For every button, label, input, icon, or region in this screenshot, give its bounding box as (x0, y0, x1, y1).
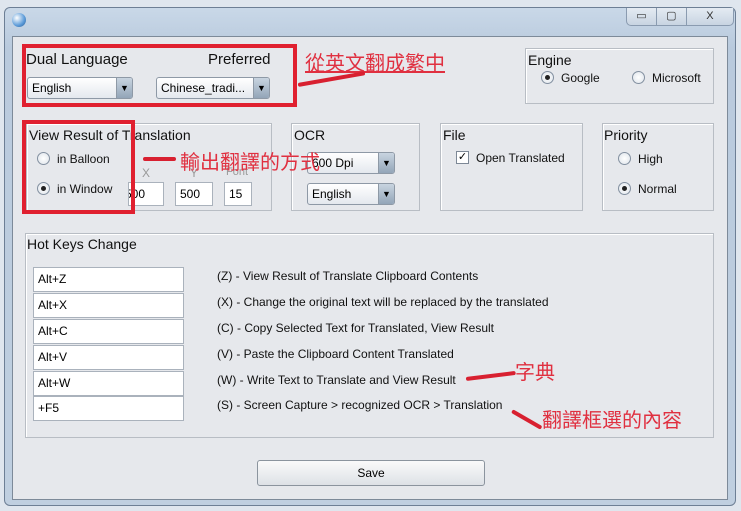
maximize-button[interactable]: ▢ (657, 8, 687, 25)
annotation-output: 輸出翻譯的方式 (180, 152, 320, 174)
y-input[interactable]: 500 (175, 182, 213, 206)
ocr-language-select[interactable]: English ▼ (307, 183, 395, 205)
hotkey-input[interactable]: Alt+Z (33, 267, 184, 292)
chevron-down-icon: ▼ (378, 153, 394, 173)
annotation-box-language (22, 44, 297, 107)
annotation-arrow (143, 157, 176, 161)
app-icon (12, 13, 26, 27)
hotkey-description: (X) - Change the original text will be r… (217, 295, 549, 309)
font-input[interactable]: 15 (224, 182, 252, 206)
hotkey-description: (V) - Paste the Clipboard Content Transl… (217, 347, 454, 361)
engine-microsoft-label: Microsoft (652, 71, 701, 85)
hotkey-description: (C) - Copy Selected Text for Translated,… (217, 321, 495, 335)
engine-google-label: Google (561, 71, 600, 85)
hotkey-description: (S) - Screen Capture > recognized OCR > … (217, 398, 503, 412)
x-label: X (142, 166, 151, 180)
hotkey-input[interactable]: Alt+W (33, 371, 184, 396)
priority-high-label: High (638, 152, 663, 166)
hotkey-input[interactable]: Alt+C (33, 319, 184, 344)
priority-high-radio[interactable] (618, 152, 631, 165)
priority-label: Priority (604, 127, 648, 143)
close-button[interactable]: X (687, 8, 733, 25)
file-label: File (443, 127, 466, 143)
priority-normal-label: Normal (638, 182, 677, 196)
annotation-selection: 翻譯框選的內容 (542, 410, 682, 432)
minimize-button[interactable]: ▭ (627, 8, 657, 25)
save-button[interactable]: Save (257, 460, 485, 486)
hotkey-description: (Z) - View Result of Translate Clipboard… (217, 269, 479, 283)
chevron-down-icon: ▼ (378, 184, 394, 204)
hotkey-input[interactable]: Alt+V (33, 345, 184, 370)
annotation-language: 從英文翻成繁中 (305, 53, 445, 75)
annotation-dictionary: 字典 (515, 362, 555, 384)
open-translated-checkbox[interactable]: ✓ (456, 151, 469, 164)
hotkeys-label: Hot Keys Change (27, 236, 137, 252)
priority-normal-radio[interactable] (618, 182, 631, 195)
hotkey-description: (W) - Write Text to Translate and View R… (217, 373, 456, 387)
engine-microsoft-radio[interactable] (632, 71, 645, 84)
hotkey-input[interactable]: +F5 (33, 396, 184, 421)
hotkey-input[interactable]: Alt+X (33, 293, 184, 318)
engine-label: Engine (528, 52, 572, 68)
engine-google-radio[interactable] (541, 71, 554, 84)
ocr-label: OCR (294, 127, 326, 143)
ocr-dpi-select[interactable]: 600 Dpi ▼ (307, 152, 395, 174)
ocr-language-value: English (312, 187, 352, 201)
window-controls: ▭ ▢ X (626, 8, 734, 26)
open-translated-label: Open Translated (476, 151, 565, 165)
annotation-box-output (22, 120, 135, 214)
